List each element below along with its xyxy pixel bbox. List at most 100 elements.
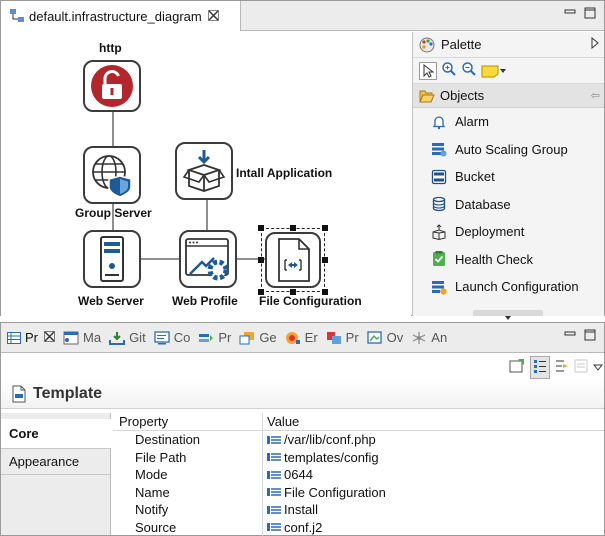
markers-icon bbox=[63, 331, 79, 344]
box-download-icon bbox=[182, 150, 226, 192]
palette-item-bucket[interactable]: Bucket bbox=[413, 163, 604, 191]
view-menu-icon[interactable] bbox=[592, 361, 604, 375]
advanced-properties-icon[interactable] bbox=[554, 358, 570, 377]
properties-body: Core Appearance Property Value Destinati… bbox=[1, 413, 604, 536]
maximize-icon[interactable] bbox=[584, 7, 596, 22]
diagram-editor: default.infrastructure_diagram http Grou… bbox=[0, 0, 605, 320]
node-install-application[interactable] bbox=[175, 142, 233, 200]
tab-label: Git bbox=[129, 330, 146, 345]
property-row-notify[interactable]: Notify Install bbox=[113, 501, 604, 519]
property-row-file-path[interactable]: File Path templates/config bbox=[113, 448, 604, 467]
property-value: conf.j2 bbox=[284, 519, 323, 535]
node-web-profile[interactable] bbox=[179, 230, 237, 288]
palette-scroll-tab[interactable] bbox=[473, 310, 543, 320]
tab-label: Co bbox=[173, 330, 191, 345]
close-icon[interactable] bbox=[44, 330, 55, 345]
tab-overview[interactable]: Ov bbox=[367, 330, 404, 345]
tab-error-log[interactable]: Er bbox=[285, 330, 318, 345]
tab-properties[interactable]: Pr bbox=[7, 330, 55, 345]
property-value-cell[interactable]: conf.j2 bbox=[263, 519, 322, 536]
palette-icon bbox=[419, 37, 435, 52]
tab-project[interactable]: Pr bbox=[326, 330, 359, 345]
property-row-destination[interactable]: Destination /var/lib/conf.php bbox=[113, 431, 604, 449]
resize-handle[interactable] bbox=[258, 225, 264, 231]
property-name: Name bbox=[113, 483, 263, 501]
palette-item-label: Auto Scaling Group bbox=[455, 141, 568, 157]
tab-label: Ov bbox=[386, 330, 404, 345]
minimize-icon[interactable] bbox=[564, 7, 576, 22]
text-value-icon bbox=[267, 470, 281, 479]
property-value-cell[interactable]: templates/config bbox=[263, 449, 379, 467]
template-file-icon bbox=[12, 385, 26, 402]
collapse-palette-icon[interactable] bbox=[590, 36, 600, 52]
resize-handle[interactable] bbox=[290, 225, 296, 231]
property-value-cell[interactable]: File Configuration bbox=[263, 484, 386, 502]
tab-git[interactable]: Git bbox=[109, 330, 146, 345]
palette-item-launch-configuration[interactable]: Launch Configuration bbox=[413, 273, 604, 301]
palette-item-auto-scaling-group[interactable]: Auto Scaling Group bbox=[413, 136, 604, 164]
note-tool-icon[interactable] bbox=[481, 64, 507, 78]
resize-handle[interactable] bbox=[258, 257, 264, 263]
restore-default-icon[interactable] bbox=[574, 358, 588, 377]
properties-icon bbox=[7, 331, 21, 344]
property-name: Source bbox=[113, 518, 263, 536]
node-label-install-application: Intall Application bbox=[236, 166, 333, 180]
palette-item-label: Bucket bbox=[455, 169, 495, 185]
server-icon bbox=[100, 236, 124, 282]
property-row-source[interactable]: Source conf.j2 bbox=[113, 518, 604, 536]
autoscale-icon bbox=[432, 143, 447, 157]
deployment-icon bbox=[432, 224, 446, 240]
palette-item-deployment[interactable]: Deployment bbox=[413, 218, 604, 246]
text-value-icon bbox=[267, 488, 281, 497]
pin-icon[interactable]: ⇦ bbox=[591, 89, 600, 102]
close-icon[interactable] bbox=[207, 9, 219, 24]
resize-handle[interactable] bbox=[322, 257, 328, 263]
resize-handle[interactable] bbox=[322, 225, 328, 231]
node-group-server[interactable] bbox=[83, 146, 141, 204]
editor-tab-diagram[interactable]: default.infrastructure_diagram bbox=[1, 1, 241, 31]
tab-markers[interactable]: Ma bbox=[63, 330, 101, 345]
node-web-server[interactable] bbox=[83, 230, 141, 288]
property-value: File Configuration bbox=[284, 484, 386, 500]
chevron-down-icon bbox=[505, 316, 511, 320]
node-label-web-profile: Web Profile bbox=[172, 294, 238, 308]
node-http[interactable] bbox=[83, 60, 141, 112]
zoom-out-icon[interactable] bbox=[461, 61, 477, 80]
text-value-icon bbox=[267, 505, 281, 514]
launch-config-icon bbox=[432, 280, 447, 295]
connector bbox=[112, 112, 114, 146]
tab-progress[interactable]: Pr bbox=[198, 330, 231, 345]
tab-label: Ma bbox=[83, 330, 102, 345]
property-value-cell[interactable]: Install bbox=[263, 501, 318, 519]
property-value-cell[interactable]: /var/lib/conf.php bbox=[263, 431, 376, 449]
section-tab-appearance[interactable]: Appearance bbox=[1, 449, 110, 475]
property-value-cell[interactable]: 0644 bbox=[263, 466, 313, 484]
property-table-header: Property Value bbox=[113, 413, 604, 431]
palette-drawer-objects[interactable]: Objects ⇦ bbox=[413, 84, 604, 108]
palette-item-alarm[interactable]: Alarm bbox=[413, 108, 604, 136]
categories-icon[interactable] bbox=[530, 356, 550, 379]
column-header-property[interactable]: Property bbox=[113, 413, 263, 430]
property-name: Notify bbox=[113, 501, 263, 519]
property-name: Mode bbox=[113, 466, 263, 484]
zoom-in-icon[interactable] bbox=[441, 61, 457, 80]
section-tab-core[interactable]: Core bbox=[1, 419, 111, 449]
property-row-mode[interactable]: Mode 0644 bbox=[113, 466, 604, 484]
tab-generated[interactable]: Ge bbox=[239, 330, 277, 345]
minimize-icon[interactable] bbox=[564, 329, 576, 344]
palette-item-label: Health Check bbox=[455, 251, 534, 267]
palette-item-database[interactable]: Database bbox=[413, 191, 604, 219]
tab-label: Pr bbox=[218, 330, 232, 345]
pin-editor-icon[interactable] bbox=[509, 358, 525, 377]
column-header-value[interactable]: Value bbox=[263, 413, 299, 430]
tab-console[interactable]: Co bbox=[154, 330, 191, 345]
property-name: File Path bbox=[113, 448, 263, 466]
tab-analysis[interactable]: An bbox=[411, 330, 447, 345]
property-row-name[interactable]: Name File Configuration bbox=[113, 483, 604, 502]
connector bbox=[206, 200, 208, 230]
palette-item-health-check[interactable]: Health Check bbox=[413, 246, 604, 274]
select-tool-icon[interactable] bbox=[419, 61, 437, 80]
diagram-canvas[interactable]: http Group Server Intall Application Web… bbox=[1, 32, 411, 316]
palette-header[interactable]: Palette bbox=[413, 32, 604, 58]
maximize-icon[interactable] bbox=[584, 329, 596, 344]
